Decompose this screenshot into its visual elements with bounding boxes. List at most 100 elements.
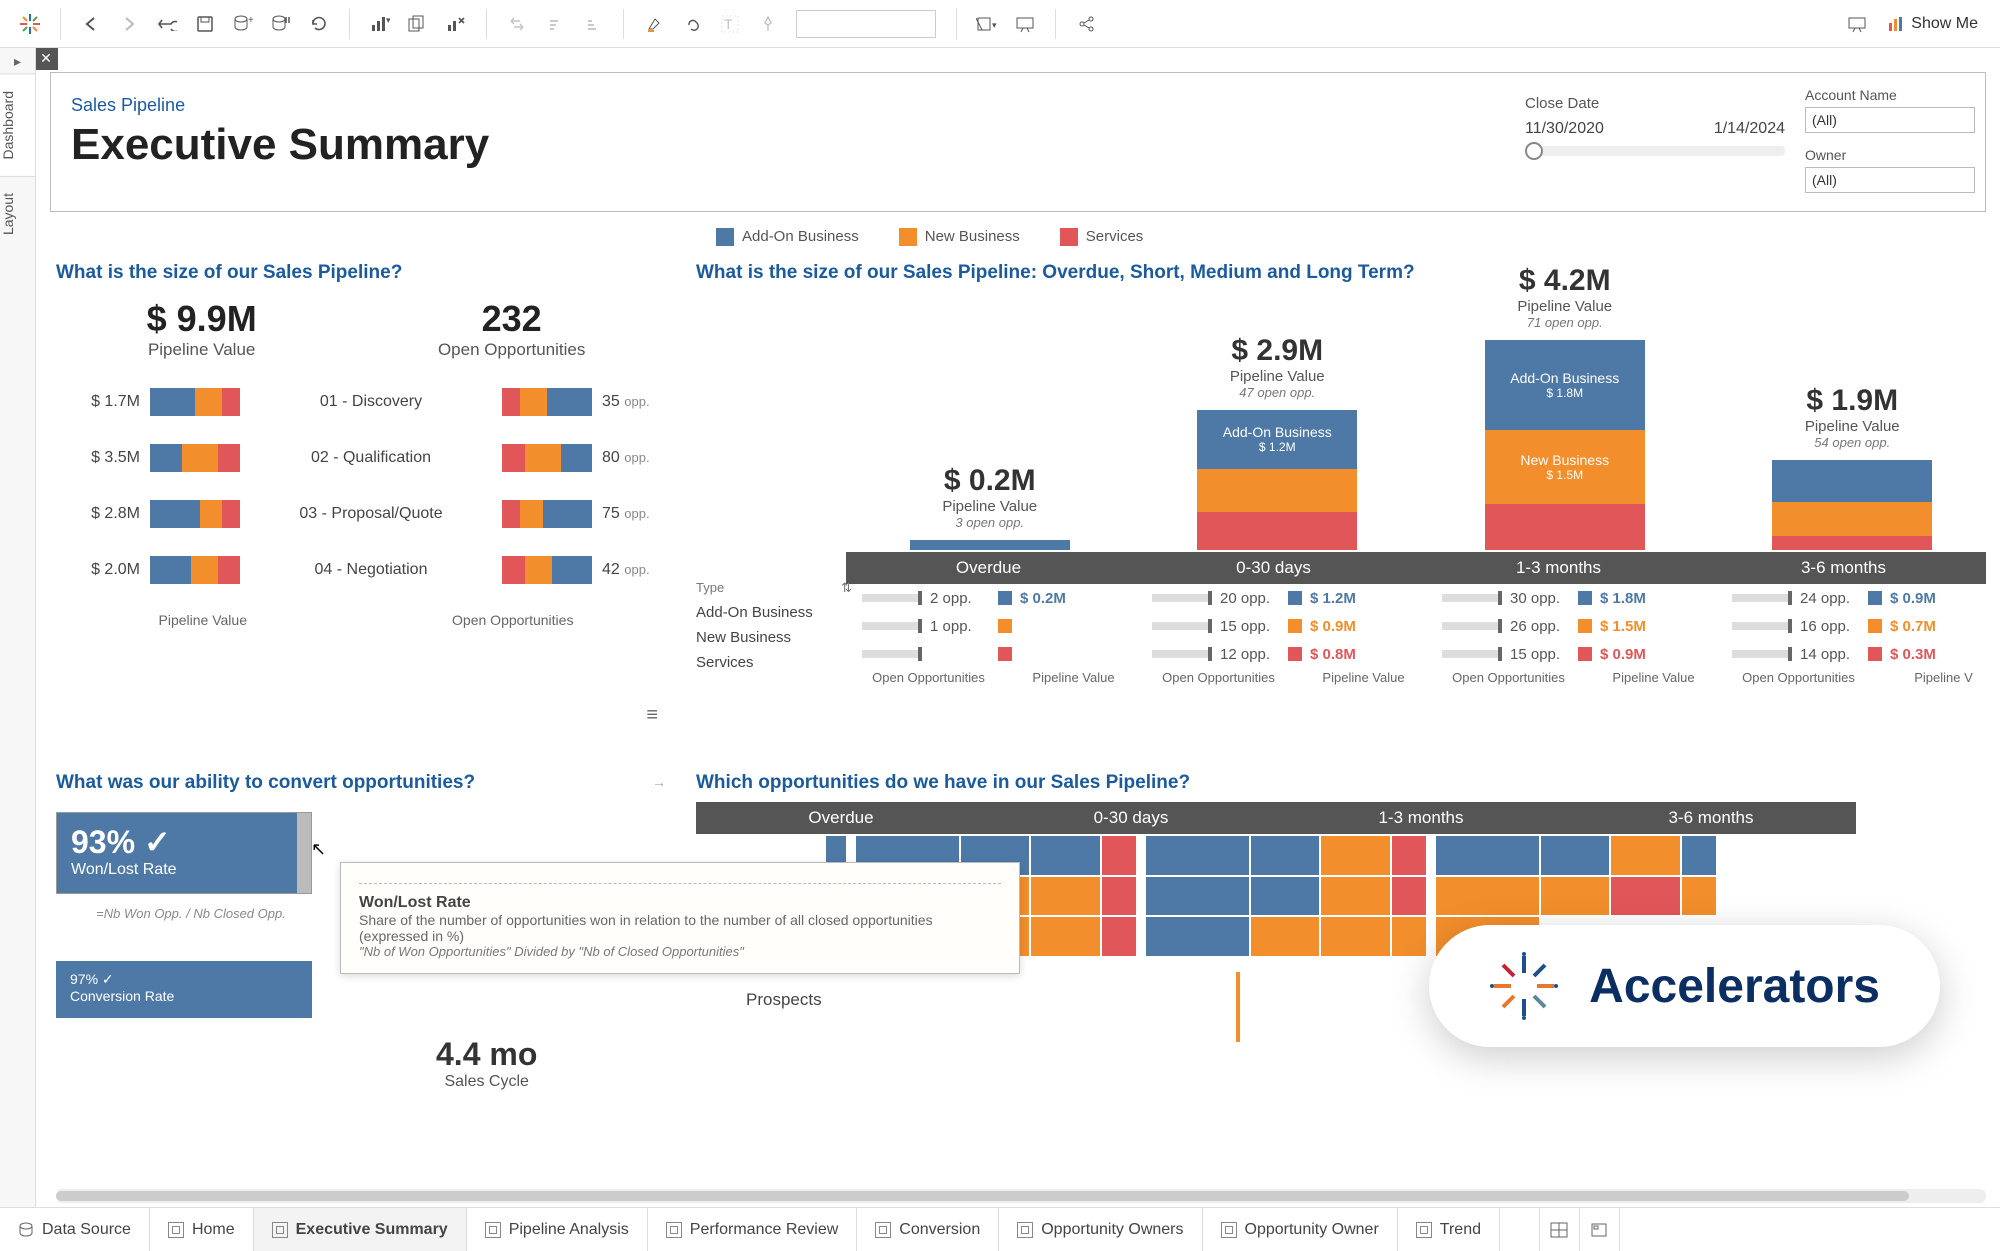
treemap-cell[interactable] [1611,877,1680,916]
guide-me-icon[interactable] [1841,8,1873,40]
sheet-tab[interactable]: Opportunity Owner [1203,1208,1398,1251]
sheet-tab[interactable]: Home [150,1208,254,1251]
treemap-cell[interactable] [1251,836,1320,875]
sheet-tab[interactable]: Opportunity Owners [999,1208,1202,1251]
treemap-cell[interactable] [1251,877,1320,916]
stage-row[interactable]: $ 2.0M 04 - Negotiation 42 opp. [56,556,676,584]
treemap-cell[interactable] [1031,877,1100,916]
treemap-cell[interactable] [1392,877,1426,916]
pin-icon[interactable] [752,8,784,40]
new-worksheet-tab-icon[interactable] [1500,1208,1540,1251]
metric-cell[interactable]: 24 opp. $ 0.9M [1726,584,2000,612]
metric-cell[interactable]: 26 opp. $ 1.5M [1436,612,1726,640]
treemap-cell[interactable] [1146,877,1249,916]
refresh-icon[interactable] [303,8,335,40]
conversion-tile[interactable]: 97% ✓ Conversion Rate [56,961,312,1018]
metric-cell[interactable]: 1 opp. [856,612,1146,640]
side-tab-dashboard[interactable]: Dashboard [0,74,35,176]
metric-cell[interactable]: 15 opp. $ 0.9M [1436,640,1726,668]
treemap[interactable] [1146,836,1436,956]
metric-cell[interactable]: 20 opp. $ 1.2M [1146,584,1436,612]
sheet-tab[interactable]: Trend [1398,1208,1500,1251]
close-date-filter[interactable]: Close Date 11/30/2020 1/14/2024 [1515,73,1795,211]
type-row-addon[interactable]: Add-On Business [696,600,856,625]
treemap-cell[interactable] [1146,917,1249,956]
filter-owner-select[interactable]: (All) [1805,167,1975,193]
treemap-cell[interactable] [1436,836,1539,875]
side-tab-layout[interactable]: Layout [0,176,35,251]
sort-desc-icon[interactable] [577,8,609,40]
sort-asc-icon[interactable] [539,8,571,40]
treemap-cell[interactable] [1436,877,1539,916]
treemap-cell[interactable] [1102,877,1136,916]
share-icon[interactable] [1070,8,1102,40]
metric-cell[interactable] [856,640,1146,668]
panel-c-goto-icon[interactable]: → [652,774,666,790]
revert-icon[interactable] [151,8,183,40]
filter-account-select[interactable]: (All) [1805,107,1975,133]
accelerators-badge[interactable]: Accelerators [1429,925,1940,1047]
treemap-cell[interactable] [1251,917,1320,956]
metric-cell[interactable]: 14 opp. $ 0.3M [1726,640,2000,668]
stage-row[interactable]: $ 1.7M 01 - Discovery 35 opp. [56,388,676,416]
won-lost-tile[interactable]: 93% ✓ Won/Lost Rate ↖ [56,812,312,894]
stage-row[interactable]: $ 2.8M 03 - Proposal/Quote 75 opp. [56,500,676,528]
expand-side-pane-icon[interactable]: ▸ [0,48,35,74]
treemap-cell[interactable] [1102,836,1136,875]
swap-rows-columns-icon[interactable] [501,8,533,40]
highlight-icon[interactable] [638,8,670,40]
sort-icon[interactable]: ⇅ [841,580,852,596]
metric-cell[interactable]: 15 opp. $ 0.9M [1146,612,1436,640]
breadcrumb[interactable]: Sales Pipeline [71,95,1495,116]
time-bin[interactable]: $ 0.2MPipeline Value3 open opp. [856,464,1124,550]
metric-cell[interactable]: 12 opp. $ 0.8M [1146,640,1436,668]
new-worksheet-icon[interactable]: ▾ [364,8,396,40]
treemap-cell[interactable] [1321,877,1390,916]
presentation-mode-icon[interactable] [1009,8,1041,40]
horizontal-scrollbar[interactable] [56,1189,1986,1203]
time-bin[interactable]: $ 4.2MPipeline Value71 open opp. New Bus… [1431,264,1699,550]
pause-auto-updates-icon[interactable] [265,8,297,40]
attach-icon[interactable] [676,8,708,40]
treemap-cell[interactable] [1611,836,1680,875]
sheet-tab[interactable]: Executive Summary [254,1208,467,1251]
back-icon[interactable] [75,8,107,40]
treemap-cell[interactable] [1321,836,1390,875]
type-row-new[interactable]: New Business [696,625,856,650]
metric-cell[interactable]: 16 opp. $ 0.7M [1726,612,2000,640]
duplicate-sheet-icon[interactable] [402,8,434,40]
treemap-cell[interactable] [1102,917,1136,956]
date-range-slider[interactable] [1525,146,1785,156]
treemap-cell[interactable] [1031,836,1100,875]
clear-sheet-icon[interactable] [440,8,472,40]
forward-icon[interactable] [113,8,145,40]
resize-handle[interactable] [297,813,311,893]
new-data-source-icon[interactable]: + [227,8,259,40]
sheet-tab[interactable]: Pipeline Analysis [467,1208,648,1251]
sheet-tab[interactable]: Performance Review [648,1208,858,1251]
fit-dropdown-icon[interactable]: ▾ [971,8,1003,40]
new-dashboard-tab-icon[interactable] [1540,1208,1580,1251]
time-bin[interactable]: $ 2.9MPipeline Value47 open opp. Add-On … [1144,334,1412,550]
treemap-cell[interactable] [1392,917,1426,956]
treemap-cell[interactable] [1541,877,1610,916]
text-label-icon[interactable]: T [714,8,746,40]
treemap-cell[interactable] [1682,836,1716,875]
treemap-cell[interactable] [1031,917,1100,956]
save-icon[interactable] [189,8,221,40]
time-bin[interactable]: $ 1.9MPipeline Value54 open opp. [1719,384,1987,550]
show-me-button[interactable]: Show Me [1879,15,1986,33]
stage-row[interactable]: $ 3.5M 02 - Qualification 80 opp. [56,444,676,472]
treemap-cell[interactable] [1541,836,1610,875]
new-story-tab-icon[interactable] [1580,1208,1620,1251]
treemap-cell[interactable] [1321,917,1390,956]
treemap-cell[interactable] [1392,836,1426,875]
data-source-tab[interactable]: Data Source [0,1208,150,1251]
sheet-tab[interactable]: Conversion [857,1208,999,1251]
metric-cell[interactable]: 2 opp. $ 0.2M [856,584,1146,612]
treemap-cell[interactable] [1146,836,1249,875]
tableau-logo-icon[interactable] [14,8,46,40]
panel-a-menu-icon[interactable]: ≡ [646,704,658,727]
type-row-services[interactable]: Services [696,650,856,675]
close-icon[interactable]: ✕ [36,48,58,70]
